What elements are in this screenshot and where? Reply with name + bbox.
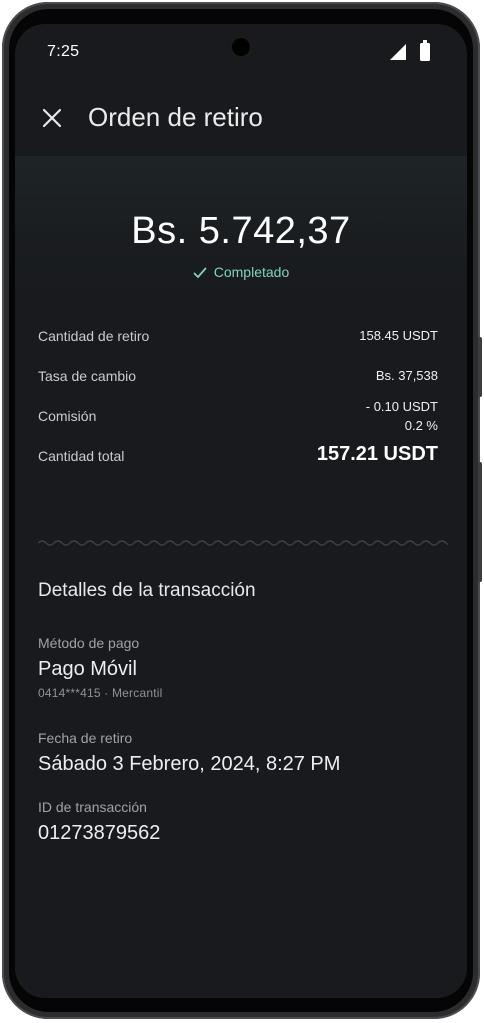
date-value: Sábado 3 Febrero, 2024, 8:27 PM [38,753,341,775]
section-title: Detalles de la transacción [38,580,256,601]
page-title: Orden de retiro [88,102,263,132]
power-button [478,337,482,397]
withdraw-label: Cantidad de retiro [38,328,150,344]
withdraw-value: 158.45 USDT [359,328,438,343]
summary-row-fee: Comisión - 0.10 USDT 0.2 % [38,399,438,440]
status-bar: 7:25 [15,24,467,80]
summary-row-rate: Tasa de cambio Bs. 37,538 [38,360,438,400]
rate-label: Tasa de cambio [38,368,137,384]
payment-method-label: Método de pago [38,635,140,651]
close-icon[interactable] [41,107,63,129]
battery-icon [420,40,430,61]
status-time: 7:25 [47,43,80,60]
app-bar: Orden de retiro [15,80,467,156]
volume-button [478,462,482,582]
tx-id-value: 01273879562 [38,822,161,844]
check-icon [193,267,207,278]
fee-label: Comisión [38,408,97,424]
front-camera [229,35,253,59]
status-text: Completado [213,264,290,280]
rate-value: Bs. 37,538 [375,368,438,383]
summary-row-withdraw: Cantidad de retiro 158.45 USDT [38,320,438,360]
payment-method-account: 0414***415 · Mercantil [38,686,163,700]
detail-transaction-id: ID de transacción 01273879562 [38,799,160,845]
summary-list: Cantidad de retiro 158.45 USDT Tasa de c… [38,320,438,480]
total-value: 157.21 USDT [316,443,438,465]
signal-icon [390,44,406,60]
payment-method-value: Pago Móvil [38,658,137,680]
total-label: Cantidad total [38,448,125,464]
fee-percent: 0.2 % [404,418,438,433]
detail-date: Fecha de retiro Sábado 3 Febrero, 2024, … [38,730,340,776]
detail-payment-method: Método de pago Pago Móvil 0414***415 · M… [38,635,162,700]
summary-row-total: Cantidad total 157.21 USDT [38,440,438,480]
screen: 7:25 Orden de retiro Bs. 5.742,37 Comple… [15,24,467,998]
phone-frame: 7:25 Orden de retiro Bs. 5.742,37 Comple… [2,2,482,1019]
date-label: Fecha de retiro [38,730,133,746]
status-badge: Completado [15,264,467,280]
fee-value: - 0.10 USDT [365,399,438,414]
amount-hero: Bs. 5.742,37 Completado [15,156,467,306]
tx-id-label: ID de transacción [38,799,147,815]
wavy-divider [38,540,448,546]
amount-value: Bs. 5.742,37 [131,210,351,252]
